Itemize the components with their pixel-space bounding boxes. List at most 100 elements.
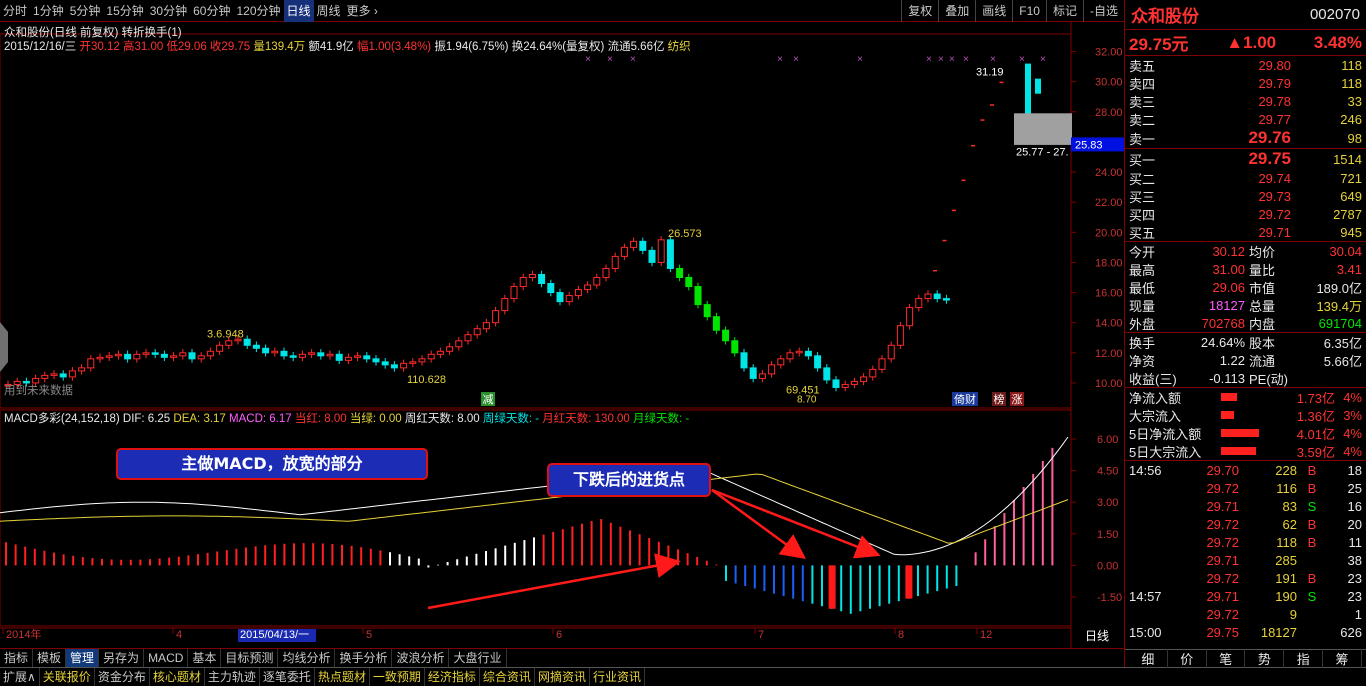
tag-bang: 榜 [994, 392, 1005, 406]
bids-row: 买一 29.75 1514 [1125, 149, 1366, 169]
tab-tick-order[interactable]: 逐笔委托 [260, 668, 315, 686]
tab-composite-news[interactable]: 综合资讯 [480, 668, 535, 686]
candle-body [41, 374, 49, 379]
candle-body [335, 353, 343, 361]
tab-period-daily[interactable]: 日线 [283, 0, 314, 22]
candle-body [749, 367, 757, 379]
f10-button[interactable]: F10 [1012, 0, 1046, 22]
panel-tab-5[interactable]: 筹 [1323, 649, 1362, 668]
candle-body [124, 353, 132, 360]
macd-dang-hong: 当红: 8.00 [294, 413, 347, 425]
candle-body [225, 340, 233, 346]
tab-period-5min[interactable]: 5分钟 [67, 0, 104, 22]
tab-turnover-analysis[interactable]: 换手分析 [335, 649, 393, 667]
arrow-to-expansion [427, 553, 681, 610]
candle-body [409, 361, 417, 364]
tab-period-1min[interactable]: 1分钟 [30, 0, 67, 22]
tab-wave-analysis[interactable]: 波浪分析 [392, 649, 450, 667]
flow-pct: 4% [1343, 425, 1362, 441]
tab-digest-news[interactable]: 网摘资讯 [535, 668, 590, 686]
tab-period-fenshi[interactable]: 分时 [0, 0, 30, 22]
tab-hot-theme[interactable]: 热点题材 [315, 668, 370, 686]
tab-period-60min[interactable]: 60分钟 [190, 0, 233, 22]
overlay-button[interactable]: 叠加 [938, 0, 975, 22]
candle-body [160, 353, 168, 358]
restore-rights-button[interactable]: 复权 [901, 0, 938, 22]
mark-button[interactable]: 标记 [1045, 0, 1083, 22]
candle-body [105, 355, 113, 358]
tick-row: 15:00 29.75 18127 626 [1125, 623, 1366, 641]
tab-indicator[interactable]: 指标 [0, 649, 34, 667]
tab-basic[interactable]: 基本 [188, 649, 222, 667]
candle-body [933, 293, 941, 300]
panel-tab-1[interactable]: 价 [1168, 649, 1207, 668]
info-float: 流通5.66亿 [607, 41, 665, 53]
tab-target[interactable]: 目标预测 [221, 649, 279, 667]
tab-main-track[interactable]: 主力轨迹 [205, 668, 260, 686]
bids-price: 29.72 [1258, 206, 1291, 222]
tab-ma-analysis[interactable]: 均线分析 [278, 649, 336, 667]
panel-tab-4[interactable]: 指 [1284, 649, 1324, 668]
tick-side: S [1307, 498, 1317, 514]
tab-related-quote[interactable]: 关联报价 [40, 668, 95, 686]
panel-tab-3[interactable]: 势 [1245, 649, 1285, 668]
kline-chart-area[interactable]: 32.0030.0028.0026.0024.0022.0020.0018.00… [0, 22, 1124, 662]
bids-volume: 721 [1340, 170, 1362, 186]
candle-body [777, 358, 785, 366]
panel-tab-2[interactable]: 笔 [1207, 649, 1246, 668]
tab-fund-distribution[interactable]: 资金分布 [95, 668, 150, 686]
tab-economic-index[interactable]: 经济指标 [425, 668, 480, 686]
candle-body [354, 355, 362, 358]
watchlist-button[interactable]: -自选 [1083, 0, 1124, 22]
tab-template[interactable]: 模板 [33, 649, 67, 667]
chevron-right-icon: › [373, 3, 378, 18]
tab-manage[interactable]: 管理 [66, 649, 100, 667]
tag-zhang: 涨 [1012, 393, 1023, 406]
stock-name: 众和股份 [1131, 7, 1199, 26]
tab-macd[interactable]: MACD [144, 649, 189, 667]
candle-body [96, 356, 104, 360]
macd-yue-hong: 月红天数: 130.00 [542, 413, 630, 425]
candle-body [722, 329, 730, 342]
candle-body [381, 361, 389, 366]
draw-line-button[interactable]: 画线 [975, 0, 1012, 22]
tab-core-theme[interactable]: 核心题材 [150, 668, 205, 686]
candle-body [648, 249, 656, 263]
period-indicator: 日线 [1085, 629, 1109, 643]
signal-marker: × [926, 54, 932, 65]
bids-volume: 1514 [1333, 151, 1362, 167]
candle-body [740, 352, 748, 369]
future-data-note: 用到未来数据 [4, 385, 73, 397]
tab-save-as[interactable]: 另存为 [99, 649, 145, 667]
tab-expand[interactable]: 扩展∧ [0, 668, 40, 686]
candle-body [188, 352, 196, 360]
tag-jian: 减 [483, 393, 494, 406]
tab-period-15min[interactable]: 15分钟 [103, 0, 146, 22]
tick-list[interactable]: 14:56 29.70 228 B 18 29.72 116 B 25 29.71 83 S 16 29.… [1125, 461, 1366, 641]
date-axis-label: 4 [176, 629, 182, 641]
flow-row: 5日大宗流入 3.59亿 4% [1125, 442, 1366, 460]
tick-volume: 116 [1276, 480, 1297, 496]
bids-volume: 2787 [1333, 206, 1362, 222]
tab-period-weekly[interactable]: 周线 [314, 0, 344, 22]
limit-up-candle [980, 119, 985, 121]
asks-price: 29.80 [1258, 57, 1291, 73]
tick-count: 23 [1347, 570, 1362, 586]
candle-body [390, 364, 398, 369]
tab-market-industry[interactable]: 大盘行业 [449, 649, 507, 667]
tab-consensus[interactable]: 一致预期 [370, 668, 425, 686]
tab-industry-news[interactable]: 行业资讯 [590, 668, 645, 686]
kline-chart-svg[interactable]: 32.0030.0028.0026.0024.0022.0020.0018.00… [0, 22, 1124, 648]
tab-period-30min[interactable]: 30分钟 [147, 0, 190, 22]
candle-body [206, 350, 214, 357]
low2-sub-label: 8.70 [797, 395, 817, 406]
panel-tab-0[interactable]: 细 [1129, 649, 1168, 668]
tick-price: 29.72 [1206, 534, 1239, 550]
stat-value: 18127 [1208, 297, 1245, 313]
info-change: 幅1.00(3.48%) [356, 41, 432, 53]
more-label: 更多 [346, 3, 371, 18]
asks-price: 29.78 [1258, 93, 1291, 109]
tab-period-120min[interactable]: 120分钟 [233, 0, 283, 22]
stat-value: 30.12 [1212, 243, 1245, 259]
tab-period-more[interactable]: 更多 › [344, 0, 381, 22]
